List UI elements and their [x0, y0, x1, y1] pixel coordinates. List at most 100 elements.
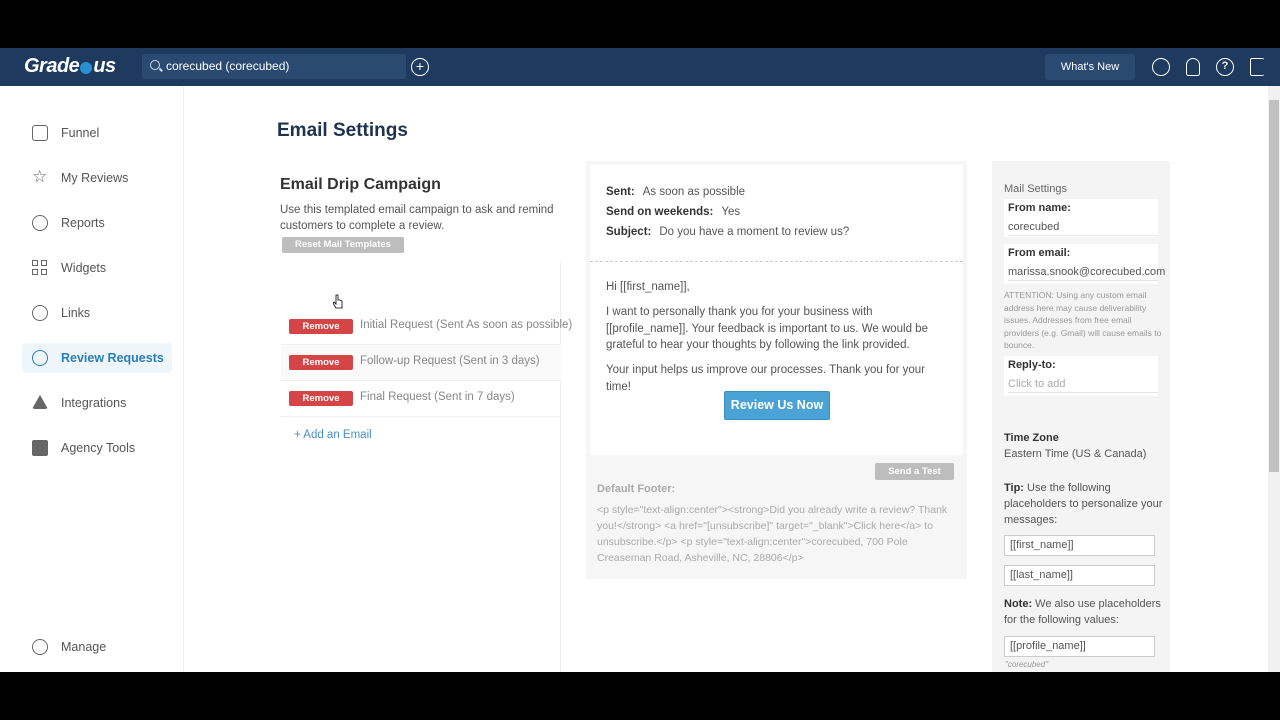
from-email-field[interactable]: From email: marissa.snook@corecubed.com [1004, 244, 1165, 284]
tip-text: Tip: Use the following placeholders to p… [1004, 480, 1164, 528]
send-test-button[interactable]: Send a Test [875, 463, 954, 480]
email-row-final[interactable]: Remove Final Request (Sent in 7 days) [281, 381, 561, 417]
email-row-label[interactable]: Follow-up Request (Sent in 3 days) [360, 355, 540, 367]
sidebar: Funnel ☆ My Reviews Reports Widgets Link… [0, 86, 184, 672]
sent-row: Sent: As soon as possible [606, 186, 745, 198]
sidebar-item-label: Manage [61, 640, 107, 654]
network-icon [32, 395, 48, 409]
grid-icon [32, 260, 48, 276]
link-icon [32, 305, 48, 321]
divider [590, 261, 963, 262]
email-row-follow-up[interactable]: Remove Follow-up Request (Sent in 3 days… [281, 345, 561, 381]
drip-campaign-title: Email Drip Campaign [280, 176, 441, 193]
review-us-now-button[interactable]: Review Us Now [724, 391, 830, 420]
reply-to-label: Reply-to: [1008, 359, 1056, 371]
scrollbar[interactable] [1268, 86, 1280, 672]
search-icon [150, 60, 160, 70]
subject-value: Do you have a moment to review us? [659, 226, 850, 238]
email-preview-body: Sent: As soon as possible Send on weekend… [590, 165, 963, 455]
scrollbar-thumb[interactable] [1269, 100, 1279, 472]
remove-button[interactable]: Remove [289, 391, 353, 406]
chat-bubble-icon [32, 350, 48, 366]
logout-icon[interactable] [1250, 58, 1264, 76]
sidebar-item-manage[interactable]: Manage [22, 632, 172, 662]
sidebar-item-reports[interactable]: Reports [22, 208, 172, 238]
search-input[interactable]: corecubed (corecubed) [142, 54, 406, 79]
sidebar-item-integrations[interactable]: Integrations [22, 388, 172, 418]
attention-note: ATTENTION: Using any custom email addres… [1004, 290, 1162, 350]
timezone-label: Time Zone [1004, 432, 1059, 444]
placeholder-profile-name-note: "corecubed" [1005, 660, 1049, 669]
email-preview-card: Sent: As soon as possible Send on weekend… [586, 161, 967, 579]
search-value: corecubed (corecubed) [166, 59, 290, 73]
sidebar-item-links[interactable]: Links [22, 298, 172, 328]
funnel-icon [32, 125, 48, 141]
email-list: Remove Initial Request (Sent As soon as … [281, 262, 572, 672]
remove-button[interactable]: Remove [289, 319, 353, 334]
app-screen: Grade us corecubed (corecubed) + What's N… [0, 48, 1280, 672]
mail-settings-panel: Mail Settings From name: corecubed From … [992, 161, 1170, 672]
placeholder-last-name[interactable]: [[last_name]] [1004, 565, 1155, 586]
add-email-link[interactable]: + Add an Email [294, 429, 372, 441]
weekends-value: Yes [721, 206, 741, 218]
user-icon[interactable] [1152, 58, 1170, 76]
sidebar-item-label: Widgets [61, 261, 107, 275]
pie-chart-icon [32, 215, 48, 231]
email-row-label[interactable]: Initial Request (Sent As soon as possibl… [360, 319, 572, 331]
top-navbar: Grade us corecubed (corecubed) + What's N… [0, 48, 1280, 86]
sidebar-item-label: My Reviews [61, 171, 129, 185]
placeholder-profile-name[interactable]: [[profile_name]] [1004, 636, 1155, 657]
sent-value: As soon as possible [642, 186, 746, 198]
tip-body: Use the following placeholders to person… [1004, 482, 1163, 526]
reply-to-input[interactable]: Click to add [1008, 378, 1158, 393]
logo-dot-icon [80, 62, 93, 74]
page-title: Email Settings [277, 120, 408, 141]
sidebar-item-agency-tools[interactable]: Agency Tools [22, 433, 172, 463]
note-text: Note: We also use placeholders for the f… [1004, 596, 1164, 628]
note-bold: Note: [1004, 598, 1033, 610]
email-row-initial[interactable]: Remove Initial Request (Sent As soon as … [281, 309, 572, 345]
sidebar-item-my-reviews[interactable]: ☆ My Reviews [22, 163, 172, 193]
default-footer-text[interactable]: <p style="text-align:center"><strong>Did… [597, 502, 959, 566]
email-row-label[interactable]: Final Request (Sent in 7 days) [360, 391, 515, 403]
sidebar-item-label: Integrations [61, 396, 127, 410]
default-footer-label: Default Footer: [597, 483, 676, 495]
subject-row: Subject: Do you have a moment to review u… [606, 226, 849, 238]
sidebar-item-label: Agency Tools [61, 441, 136, 455]
sidebar-item-label: Links [61, 306, 91, 320]
from-email-value[interactable]: marissa.snook@corecubed.com [1008, 266, 1165, 281]
mouse-cursor-icon [333, 294, 343, 309]
help-icon[interactable]: ? [1216, 58, 1234, 76]
from-name-value[interactable]: corecubed [1008, 221, 1158, 236]
from-name-field[interactable]: From name: corecubed [1004, 199, 1158, 237]
sidebar-item-label: Reports [61, 216, 105, 230]
briefcase-icon [32, 440, 48, 456]
mail-settings-title: Mail Settings [1004, 183, 1067, 195]
sidebar-item-funnel[interactable]: Funnel [22, 118, 172, 148]
bell-icon[interactable] [1186, 58, 1200, 76]
whats-new-button[interactable]: What's New [1045, 54, 1135, 80]
remove-button[interactable]: Remove [289, 355, 353, 370]
globe-icon [32, 639, 48, 655]
sidebar-item-widgets[interactable]: Widgets [22, 253, 172, 283]
tip-bold: Tip: [1004, 482, 1024, 494]
email-paragraph-1: I want to personally thank you for your … [606, 306, 928, 351]
reply-to-field[interactable]: Reply-to: Click to add [1004, 356, 1158, 396]
subject-label: Subject: [606, 226, 652, 238]
sidebar-item-label: Funnel [61, 126, 100, 140]
sidebar-item-review-requests[interactable]: Review Requests [22, 343, 172, 373]
drip-campaign-description: Use this templated email campaign to ask… [280, 204, 554, 232]
weekends-label: Send on weekends: [606, 206, 714, 218]
email-greeting: Hi [[first_name]], [606, 281, 690, 293]
reset-mail-templates-button[interactable]: Reset Mail Templates [282, 237, 404, 253]
placeholder-first-name[interactable]: [[first_name]] [1004, 535, 1155, 556]
from-name-label: From name: [1008, 202, 1071, 214]
add-plus-icon[interactable]: + [411, 58, 429, 76]
from-email-label: From email: [1008, 247, 1071, 259]
sent-label: Sent: [606, 186, 635, 198]
sidebar-item-label: Review Requests [61, 351, 164, 365]
weekends-row: Send on weekends: Yes [606, 206, 740, 218]
timezone-value[interactable]: Eastern Time (US & Canada) [1004, 448, 1146, 460]
star-icon: ☆ [32, 167, 48, 186]
logo[interactable]: Grade us [24, 55, 116, 78]
